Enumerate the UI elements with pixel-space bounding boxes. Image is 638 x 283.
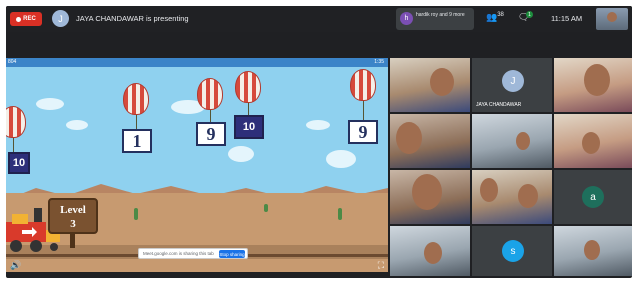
cactus — [264, 204, 268, 212]
participant-face — [582, 132, 600, 154]
participant-tile[interactable] — [472, 114, 552, 168]
sharing-notice: Meet.google.com is sharing this tab — [143, 251, 214, 256]
stop-sharing-button[interactable]: Stop sharing — [219, 250, 245, 258]
participant-tile[interactable]: s — [472, 226, 552, 276]
self-view-thumbnail[interactable] — [596, 8, 628, 30]
participant-face — [480, 178, 498, 202]
fullscreen-icon[interactable]: ⛶ — [378, 260, 384, 271]
top-bar: REC J JAYA CHANDAWAR is presenting h har… — [6, 6, 632, 32]
sign-post — [70, 234, 75, 248]
presenter-avatar: J — [52, 10, 69, 27]
meet-window: REC J JAYA CHANDAWAR is presenting h har… — [6, 6, 632, 278]
level-title: Level — [60, 204, 86, 216]
participant-tile[interactable] — [554, 226, 632, 276]
balloon-number[interactable]: 10 — [8, 152, 30, 174]
participant-avatar: a — [582, 186, 604, 208]
cloud — [228, 146, 254, 162]
people-button[interactable]: 👥38 — [486, 12, 504, 23]
participant-face — [424, 242, 442, 264]
balloon[interactable] — [123, 83, 149, 115]
participant-face — [584, 240, 600, 260]
participant-tile[interactable]: J JAYA CHANDAWAR — [472, 58, 552, 112]
balloon-rope — [363, 101, 364, 120]
participant-tile[interactable]: a — [554, 170, 632, 224]
balloon[interactable] — [6, 106, 26, 138]
balloon-number[interactable]: 9 — [196, 122, 226, 146]
participant-avatar: J — [502, 70, 524, 92]
balloon-rope — [13, 138, 14, 152]
join-notification[interactable]: h hardik roy and 9 more — [396, 8, 474, 30]
game-header: 804 1:35 — [6, 58, 388, 67]
game-timer: 1:35 — [374, 59, 384, 65]
notification-text: hardik roy and 9 more — [416, 12, 465, 18]
participant-tile[interactable] — [472, 170, 552, 224]
level-number: 3 — [70, 218, 76, 230]
participant-name: JAYA CHANDAWAR — [476, 102, 522, 108]
cloud — [36, 98, 64, 110]
cactus — [134, 208, 138, 220]
participant-face — [430, 68, 454, 96]
balloon-number[interactable]: 9 — [348, 120, 378, 144]
shared-screen-game[interactable]: 804 1:35 10 1 9 10 9 Level 3 Meet.google… — [6, 58, 388, 272]
participant-tile[interactable] — [390, 58, 470, 112]
participant-face — [396, 122, 422, 154]
presenting-status: JAYA CHANDAWAR is presenting — [76, 14, 189, 23]
participant-tile[interactable] — [554, 114, 632, 168]
game-score: 804 — [8, 59, 17, 65]
balloon[interactable] — [197, 78, 223, 110]
cloud — [66, 120, 88, 130]
participant-face — [412, 174, 442, 210]
participant-tile[interactable] — [390, 170, 470, 224]
cloud — [326, 150, 356, 168]
participant-count: 38 — [497, 12, 504, 18]
balloon-number[interactable]: 10 — [234, 115, 264, 139]
clock: 11:15 AM — [551, 14, 583, 23]
cactus — [338, 208, 342, 220]
balloon[interactable] — [350, 69, 376, 101]
tab-sharing-banner: Meet.google.com is sharing this tab Stop… — [138, 248, 248, 259]
participant-face — [516, 132, 530, 150]
people-icon: 👥 — [486, 12, 498, 22]
recording-badge: REC — [10, 12, 42, 26]
participant-avatar: s — [502, 240, 524, 262]
participant-tile[interactable] — [390, 114, 470, 168]
record-dot-icon — [16, 16, 22, 22]
cloud — [306, 120, 330, 130]
balloon-rope — [210, 110, 211, 122]
notification-avatar: h — [400, 12, 413, 25]
balloon-rope — [248, 103, 249, 115]
participant-face — [518, 184, 538, 208]
participant-tile[interactable] — [390, 226, 470, 276]
self-face — [607, 12, 617, 22]
balloon[interactable] — [235, 71, 261, 103]
volume-icon[interactable]: 🔊 — [10, 260, 21, 271]
rec-label: REC — [23, 16, 36, 22]
level-sign: Level 3 — [48, 198, 98, 234]
balloon-number[interactable]: 1 — [122, 129, 152, 153]
chat-unread-badge: 1 — [526, 11, 533, 18]
participant-tile[interactable] — [554, 58, 632, 112]
balloon-rope — [136, 115, 137, 129]
participant-face — [584, 64, 610, 96]
